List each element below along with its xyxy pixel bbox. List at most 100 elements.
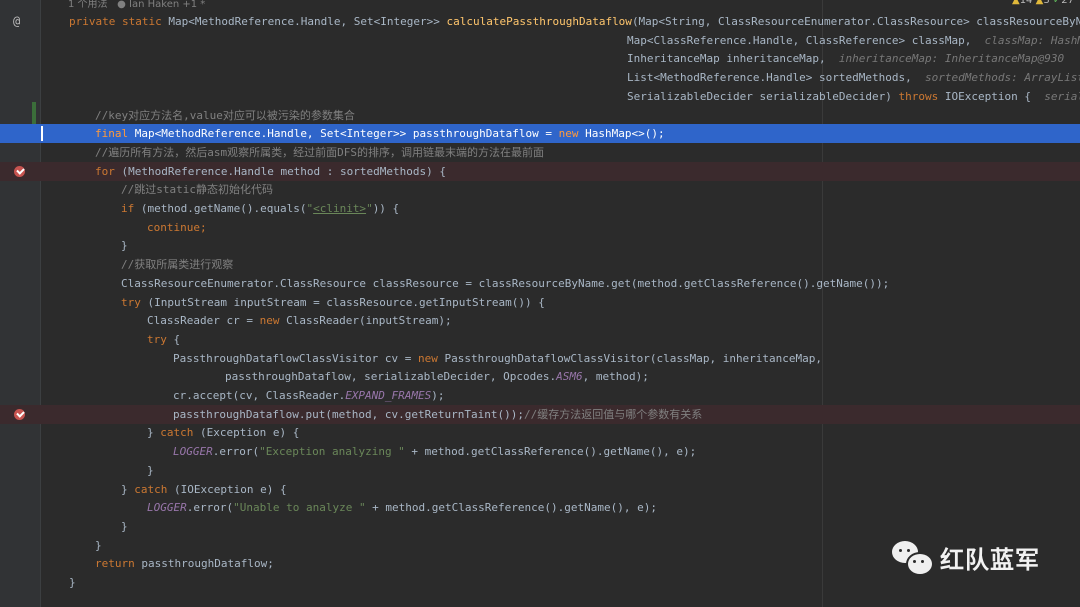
inspection-widget[interactable]: ▲14 ▲3 ✓27 <box>1012 0 1074 6</box>
code-text[interactable]: continue; <box>147 218 207 237</box>
code-text[interactable]: passthroughDataflow.put(method, cv.getRe… <box>173 405 702 424</box>
code-token: Map<MethodReference.Handle, Set<Integer>… <box>134 127 559 141</box>
breakpoint-icon[interactable] <box>14 165 25 177</box>
code-line[interactable]: //遍历所有方法，然后asm观察所属类，经过前面DFS的排序，调用链最末端的方法… <box>0 143 1080 162</box>
override-marker-icon[interactable]: @ <box>13 12 20 31</box>
code-text[interactable]: PassthroughDataflowClassVisitor cv = new… <box>173 349 822 368</box>
code-text[interactable]: } <box>147 461 154 480</box>
code-text[interactable]: try { <box>147 330 180 349</box>
code-token: ClassReader cr = <box>147 314 260 328</box>
code-text[interactable]: LOGGER.error("Exception analyzing " + me… <box>173 442 696 461</box>
code-token: "Unable to analyze " <box>233 501 366 515</box>
code-text[interactable]: cr.accept(cv, ClassReader.EXPAND_FRAMES)… <box>173 386 445 405</box>
code-line[interactable]: try { <box>0 330 1080 349</box>
code-token: try <box>147 332 174 346</box>
code-line[interactable]: continue; <box>0 218 1080 237</box>
code-token: passthroughDataflow.put(method, cv.getRe… <box>173 407 524 421</box>
code-text[interactable]: List<MethodReference.Handle> sortedMetho… <box>627 68 1080 87</box>
code-line[interactable]: for (MethodReference.Handle method : sor… <box>0 161 1080 181</box>
code-text[interactable]: ClassResourceEnumerator.ClassResource cl… <box>121 274 889 293</box>
code-token: EXPAND_FRAMES <box>345 389 432 402</box>
code-token: new <box>259 314 287 328</box>
code-token: LOGGER <box>173 445 213 459</box>
code-line[interactable]: final Map<MethodReference.Handle, Set<In… <box>0 124 1080 144</box>
ok-check-icon: ✓ <box>1052 0 1062 6</box>
code-token: ClassReader(inputStream); <box>286 314 452 328</box>
code-text[interactable]: //跳过static静态初始化代码 <box>121 180 273 199</box>
code-line[interactable]: //key对应方法名,value对应可以被污染的参数集合 <box>0 101 1080 128</box>
code-line[interactable]: Map<ClassReference.Handle, ClassReferenc… <box>0 31 1080 50</box>
code-line[interactable]: } catch (IOException e) { <box>0 480 1080 499</box>
code-token: } <box>121 239 128 253</box>
code-token: } <box>69 576 76 589</box>
code-token: for <box>95 164 122 178</box>
watermark-text: 红队蓝军 <box>940 546 1040 574</box>
code-line[interactable]: } catch (Exception e) { <box>0 423 1080 442</box>
code-line[interactable]: SerializableDecider serializableDecider)… <box>0 87 1080 106</box>
code-text[interactable]: } <box>69 573 76 592</box>
code-text[interactable]: try (InputStream inputStream = classReso… <box>121 293 545 312</box>
code-text[interactable]: } <box>95 536 102 555</box>
code-line[interactable]: ClassResourceEnumerator.ClassResource cl… <box>0 274 1080 293</box>
code-token: classMap: HashMap <box>984 33 1080 47</box>
code-token: catch <box>134 482 174 496</box>
code-text[interactable]: } <box>121 236 128 255</box>
code-text[interactable]: if (method.getName().equals("<clinit>"))… <box>121 199 399 218</box>
code-line[interactable]: InheritanceMap inheritanceMap, inheritan… <box>0 49 1080 68</box>
usages-hint[interactable]: 1 个用法 ● Ian Haken +1 * <box>68 0 205 10</box>
code-token: new <box>418 351 445 365</box>
code-line[interactable]: if (method.getName().equals("<clinit>"))… <box>0 199 1080 218</box>
code-token: //key对应方法名,value对应可以被污染的参数集合 <box>95 108 355 122</box>
code-line[interactable]: //获取所属类进行观察 <box>0 255 1080 274</box>
code-line[interactable]: LOGGER.error("Exception analyzing " + me… <box>0 442 1080 461</box>
code-text[interactable]: //key对应方法名,value对应可以被污染的参数集合 <box>95 106 355 125</box>
code-text[interactable]: private static Map<MethodReference.Handl… <box>69 12 1080 31</box>
code-line[interactable]: try (InputStream inputStream = classReso… <box>0 293 1080 312</box>
code-line[interactable]: List<MethodReference.Handle> sortedMetho… <box>0 68 1080 87</box>
code-text[interactable]: //遍历所有方法，然后asm观察所属类，经过前面DFS的排序，调用链最末端的方法… <box>95 143 544 162</box>
code-token: + method.getClassReference().getName(), … <box>365 501 657 515</box>
code-text[interactable]: for (MethodReference.Handle method : sor… <box>95 162 446 181</box>
code-text[interactable]: } catch (Exception e) { <box>147 423 299 442</box>
code-text[interactable]: final Map<MethodReference.Handle, Set<In… <box>95 124 665 143</box>
code-text[interactable]: LOGGER.error("Unable to analyze " + meth… <box>147 498 657 517</box>
code-text[interactable]: } catch (IOException e) { <box>121 480 287 499</box>
code-token: (Map<String, ClassResourceEnumerator.Cla… <box>631 15 1080 28</box>
code-line[interactable]: } <box>0 236 1080 255</box>
code-line[interactable]: passthroughDataflow, serializableDecider… <box>0 367 1080 386</box>
code-line[interactable]: } <box>0 461 1080 480</box>
code-line[interactable]: PassthroughDataflowClassVisitor cv = new… <box>0 349 1080 368</box>
code-line[interactable]: passthroughDataflow.put(method, cv.getRe… <box>0 404 1080 424</box>
code-text[interactable]: Map<ClassReference.Handle, ClassReferenc… <box>627 31 1080 50</box>
code-token: } <box>95 538 102 552</box>
code-token: } <box>121 482 135 496</box>
code-token: HashMap<>(); <box>585 127 665 141</box>
code-text[interactable]: passthroughDataflow, serializableDecider… <box>225 367 649 386</box>
code-token: serializ <box>1044 89 1080 103</box>
code-line[interactable]: } <box>0 573 1080 592</box>
code-text[interactable]: SerializableDecider serializableDecider)… <box>627 87 1080 106</box>
code-editor[interactable]: 1 个用法 ● Ian Haken +1 * ▲14 ▲3 ✓27 @ priva… <box>0 0 1080 607</box>
code-line[interactable]: LOGGER.error("Unable to analyze " + meth… <box>0 498 1080 517</box>
code-line[interactable]: ClassReader cr = new ClassReader(inputSt… <box>0 311 1080 330</box>
code-text[interactable]: ClassReader cr = new ClassReader(inputSt… <box>147 311 452 330</box>
code-token: inheritanceMap: InheritanceMap@930 <box>838 52 1065 66</box>
code-text[interactable]: InheritanceMap inheritanceMap, inheritan… <box>627 49 1064 68</box>
watermark: 红队蓝军 <box>892 540 1040 576</box>
breakpoint-icon[interactable] <box>14 408 25 420</box>
code-line[interactable]: cr.accept(cv, ClassReader.EXPAND_FRAMES)… <box>0 386 1080 405</box>
code-text[interactable]: } <box>121 517 128 536</box>
code-token: .error( <box>186 501 234 515</box>
code-token: List<MethodReference.Handle> sortedMetho… <box>627 71 926 85</box>
code-line[interactable]: } <box>0 517 1080 536</box>
code-text[interactable]: return passthroughDataflow; <box>95 554 274 573</box>
code-token: (MethodReference.Handle method : sortedM… <box>121 164 447 178</box>
code-token: + method.getClassReference().getName(), … <box>404 445 697 459</box>
author-icon: ● <box>117 0 126 10</box>
code-line[interactable]: //跳过static静态初始化代码 <box>0 180 1080 199</box>
code-text[interactable]: //获取所属类进行观察 <box>121 255 233 274</box>
code-token: return <box>95 557 142 571</box>
warning-count: 14 <box>1019 0 1033 6</box>
code-token: PassthroughDataflowClassVisitor(classMap… <box>444 351 823 365</box>
code-line[interactable]: @ private static Map<MethodReference.Hand… <box>0 12 1080 31</box>
